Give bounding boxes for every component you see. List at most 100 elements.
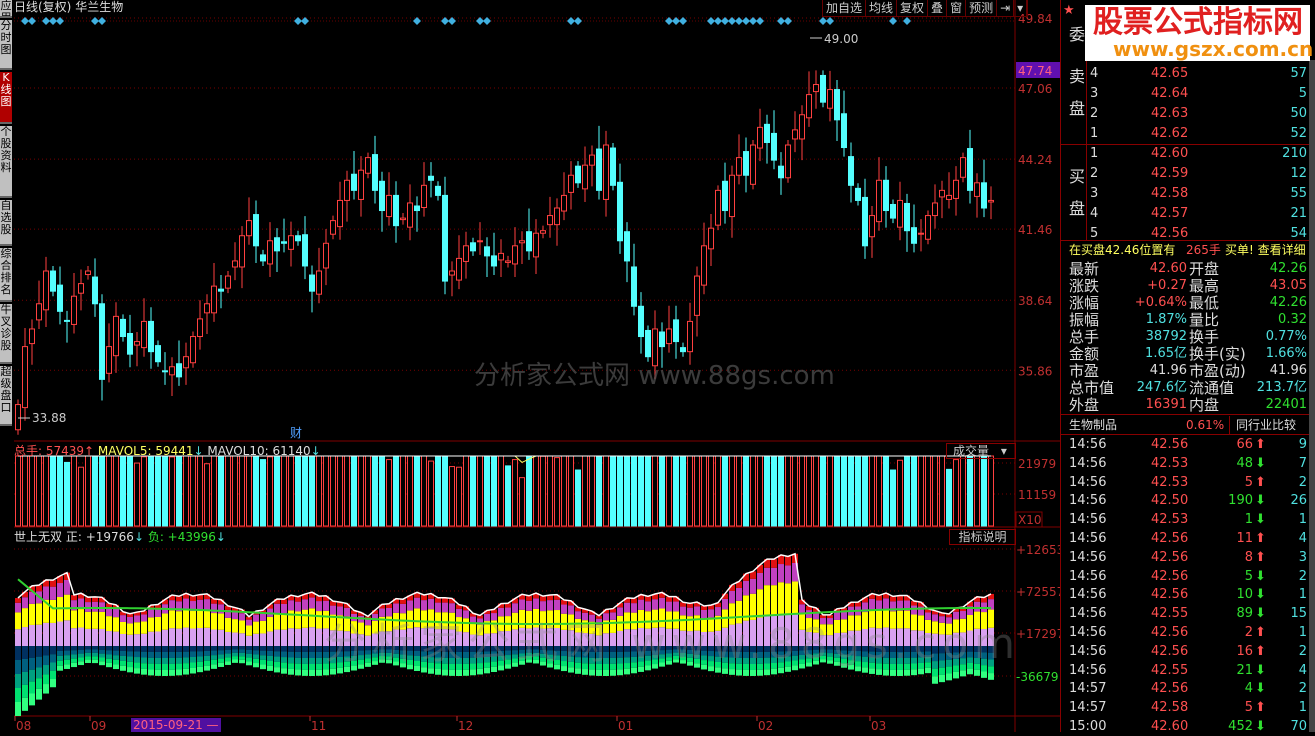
toolbar-item-4[interactable]: 窗: [947, 0, 967, 16]
time-tick: 08: [16, 719, 31, 732]
scrollbar[interactable]: [1309, 60, 1315, 732]
indicator-neg-bar: [162, 657, 168, 664]
volume-bar: [792, 455, 798, 527]
candle-down: [624, 231, 630, 262]
volume-bar: [50, 455, 56, 527]
volume-bar: [848, 455, 854, 527]
toolbar-item-0[interactable]: 加自选: [823, 0, 867, 16]
volume-bar: [316, 455, 322, 527]
indicator-pos-bar: [85, 628, 91, 646]
candle-down: [414, 205, 420, 212]
toolbar-item-1[interactable]: 均线: [866, 0, 898, 16]
indicator-legend: 世上无双 正: +19766↓ 负: +43996↓: [14, 530, 226, 544]
volume-bar: [652, 455, 658, 527]
toolbar-item-7[interactable]: ▾: [1014, 0, 1028, 16]
volume-bar: [939, 455, 945, 527]
volume-bar: [428, 460, 434, 527]
indicator-neg-bar: [127, 661, 133, 668]
indicator-pos-bar: [239, 613, 245, 621]
indicator-neg-bar: [78, 657, 84, 662]
candle-down: [57, 284, 63, 312]
indicator-pos-bar: [64, 579, 70, 595]
indicator-neg-bar: [134, 657, 140, 663]
candle-down: [99, 303, 105, 380]
candle-up: [540, 230, 546, 234]
tick-count: 4: [1298, 662, 1307, 678]
arrow-up-icon: ⬆: [1255, 437, 1266, 452]
indicator-neg-bar: [71, 658, 77, 663]
sidebar-tab-0[interactable]: 应用: [0, 0, 12, 18]
indicator-neg-bar: [218, 654, 224, 659]
indicator-neg-bar: [218, 658, 224, 663]
indicator-selector[interactable]: 成交量 ▾: [946, 443, 1016, 459]
indicator-neg-bar: [183, 657, 189, 664]
indicator-neg-bar: [92, 646, 98, 650]
indicator-neg-bar: [246, 649, 252, 654]
tick-time: 14:57: [1069, 700, 1107, 716]
indicator-pos-bar: [204, 599, 210, 610]
stat-value: 22401: [1265, 397, 1307, 412]
indicator-neg-bar: [288, 668, 294, 675]
finance-marker[interactable]: 财: [290, 426, 302, 440]
volume-bar: [960, 455, 966, 527]
toolbar-item-6[interactable]: ⇥: [997, 0, 1015, 16]
indicator-pos-bar: [85, 602, 91, 612]
watermark-logo: 股票公式指标网 www.gszx.com.cn: [1085, 5, 1313, 61]
tick-price: 42.60: [1151, 719, 1189, 734]
candle-up: [407, 202, 413, 228]
candle-up: [932, 202, 938, 217]
indicator-pos-bar: [792, 581, 798, 614]
indicator-neg-bar: [120, 646, 126, 651]
indicator-neg-bar: [22, 697, 28, 711]
indicator-neg-bar: [246, 661, 252, 666]
toolbar-item-2[interactable]: 复权: [897, 0, 929, 16]
sidebar-tab-5[interactable]: 综合排名: [0, 248, 12, 302]
indicator-neg-bar: [204, 650, 210, 656]
sidebar-tab-4[interactable]: 自选股: [0, 200, 12, 246]
sell-volume: 57: [1290, 66, 1307, 81]
indicator-neg-bar: [267, 665, 273, 671]
volume-bar: [918, 455, 924, 527]
volume-bar: [932, 455, 938, 527]
sidebar-tab-7[interactable]: 超级盘口: [0, 366, 12, 426]
sidebar-tab-2[interactable]: K线图: [0, 72, 12, 124]
toolbar-item-5[interactable]: 预测: [966, 0, 998, 16]
indicator-neg-bar: [225, 661, 231, 665]
indicator-neg-bar: [106, 658, 112, 663]
volume-bar: [162, 455, 168, 527]
signal-diamond: [42, 17, 50, 25]
tick-count: 2: [1298, 681, 1307, 697]
indicator-pos-bar: [785, 556, 791, 566]
indicator-neg-bar: [281, 651, 287, 658]
indicator-neg-bar: [211, 650, 217, 656]
low-label: 33.88: [32, 411, 66, 425]
toolbar-item-3[interactable]: 叠: [928, 0, 948, 16]
sidebar-tab-3[interactable]: 个股资料: [0, 126, 12, 198]
indicator-neg-bar: [232, 649, 238, 653]
indicator-pos-bar: [92, 601, 98, 612]
time-tick: 12: [458, 719, 473, 732]
buy-volume: 12: [1290, 166, 1307, 181]
stat-value: 43.05: [1269, 278, 1307, 293]
arrow-up-icon: ⬆: [1255, 531, 1266, 546]
industry-compare-button[interactable]: 同行业比较: [1229, 416, 1309, 434]
indicator-neg-bar: [302, 651, 308, 658]
indicator-neg-bar: [29, 669, 35, 682]
indicator-neg-bar: [85, 656, 91, 660]
candle-down: [302, 234, 308, 267]
tick-time: 14:56: [1069, 512, 1107, 528]
notice-detail-link[interactable]: 买单! 查看详细: [1225, 241, 1306, 259]
candle-down: [631, 266, 637, 307]
sidebar-tab-1[interactable]: 分时图: [0, 20, 12, 70]
indicator-pos-bar: [71, 628, 77, 646]
candle-up: [953, 179, 959, 199]
kline-chart-area[interactable]: 49.84 47.06 44.24 41.46 38.64 35.86 47.74 49.00…: [14, 0, 1060, 732]
indicator-pos-bar: [771, 559, 777, 568]
indicator-neg-bar: [197, 651, 203, 657]
tick-volume: 16: [1236, 643, 1253, 659]
stat-label: 换手(实): [1189, 345, 1246, 363]
indicator-neg-bar: [50, 662, 56, 671]
indicator-help-button[interactable]: 指标说明: [949, 529, 1016, 545]
indicator-pos-bar: [169, 628, 175, 646]
sidebar-tab-6[interactable]: 牛叉诊股: [0, 304, 12, 364]
